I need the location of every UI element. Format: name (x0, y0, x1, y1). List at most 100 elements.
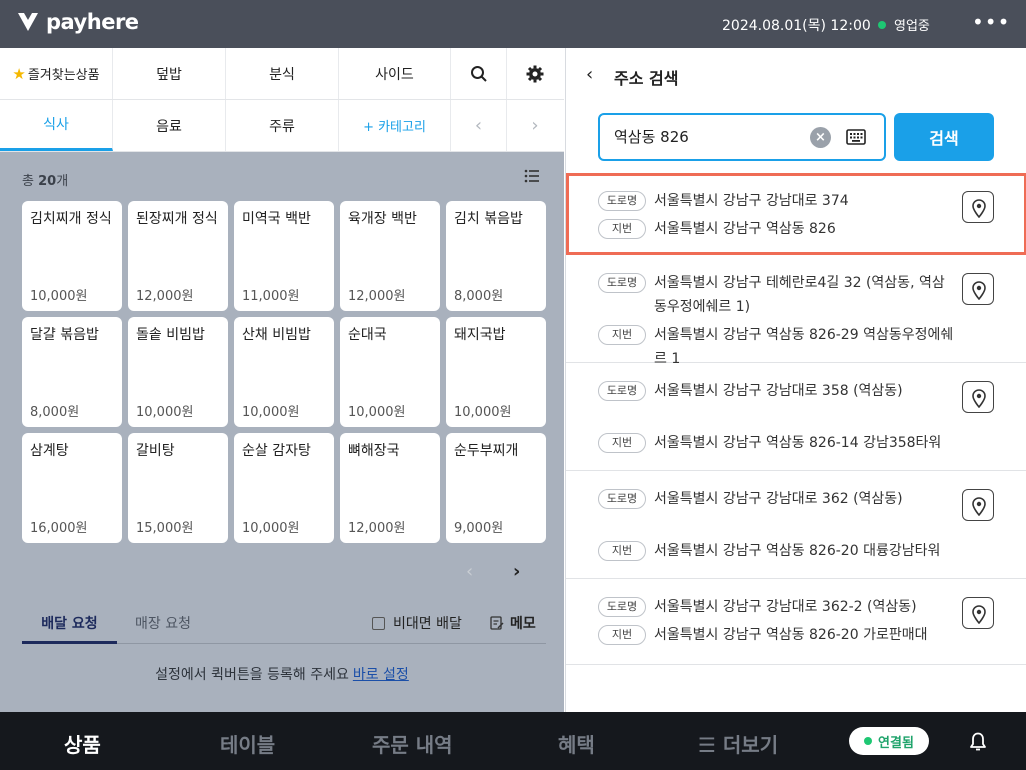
map-pin-button[interactable] (962, 597, 994, 629)
tab-store-request[interactable]: 매장 요청 (135, 613, 191, 633)
nav-order-history[interactable]: 주문 내역 (372, 729, 453, 758)
map-pin-button[interactable] (962, 489, 994, 521)
product-price: 10,000원 (242, 405, 300, 420)
product-price: 12,000원 (348, 289, 406, 304)
back-arrow-icon[interactable]: ‹ (586, 64, 593, 85)
search-button[interactable]: 검색 (894, 113, 994, 161)
more-options-icon[interactable]: ••• (972, 12, 1010, 32)
page-next-icon[interactable]: › (513, 561, 520, 582)
page-prev-icon[interactable]: ‹ (466, 561, 473, 582)
keyboard-icon[interactable] (846, 128, 866, 146)
memo-label: 메모 (510, 616, 536, 632)
category-row-1: ★ 즐겨찾는상품 덮밥 분식 사이드 (0, 48, 564, 100)
product-card[interactable]: 돌솥 비빔밥 10,000원 (128, 317, 228, 427)
map-pin-button[interactable] (962, 381, 994, 413)
bell-icon[interactable] (966, 729, 990, 753)
address-result[interactable]: 도로명 서울특별시 강남구 강남대로 362 (역삼동) 지번 서울특별시 강남구 역… (566, 471, 1026, 579)
product-card[interactable]: 김치찌개 정식 10,000원 (22, 201, 122, 311)
map-pin-button[interactable] (962, 273, 994, 305)
product-card[interactable]: 김치 볶음밥 8,000원 (446, 201, 546, 311)
product-name: 산채 비빔밥 (242, 327, 311, 343)
tab-rice-bowl[interactable]: 덮밥 (113, 48, 226, 99)
list-view-icon[interactable] (524, 168, 540, 184)
product-price: 10,000원 (242, 521, 300, 536)
road-address: 서울특별시 강남구 강남대로 374 (654, 193, 849, 209)
product-card[interactable]: 산채 비빔밥 10,000원 (234, 317, 334, 427)
nav-benefits[interactable]: 혜택 (558, 729, 595, 758)
tab-favorites[interactable]: ★ 즐겨찾는상품 (0, 48, 113, 99)
tab-meal[interactable]: 식사 (0, 100, 113, 151)
product-name: 된장찌개 정식 (136, 211, 218, 227)
count-value: 20 (38, 174, 57, 189)
category-next-icon[interactable]: › (507, 100, 563, 151)
lot-address-row: 지번 서울특별시 강남구 역삼동 826-20 가로판매대 (598, 623, 954, 647)
lot-badge: 지번 (598, 325, 646, 345)
tab-beverage[interactable]: 음료 (113, 100, 226, 151)
address-result[interactable]: 도로명 서울특별시 강남구 강남대로 374 지번 서울특별시 강남구 역삼동 826 (566, 173, 1026, 255)
search-icon[interactable] (451, 48, 507, 99)
product-price: 15,000원 (136, 521, 194, 536)
product-card[interactable]: 순대국 10,000원 (340, 317, 440, 427)
nav-tables[interactable]: 테이블 (220, 729, 275, 758)
product-name: 달걀 볶음밥 (30, 327, 99, 343)
tab-liquor[interactable]: 주류 (226, 100, 339, 151)
order-request-tabs: 배달 요청 매장 요청 비대면 배달 메모 (22, 610, 546, 644)
add-category-button[interactable]: + 카테고리 (339, 100, 451, 151)
product-card[interactable]: 갈비탕 15,000원 (128, 433, 228, 543)
lot-address-row: 지번 서울특별시 강남구 역삼동 826-14 강남358타워 (598, 431, 954, 455)
address-search-input[interactable] (614, 127, 804, 145)
tab-snack[interactable]: 분식 (226, 48, 339, 99)
lot-badge: 지번 (598, 219, 646, 239)
road-address-row: 도로명 서울특별시 강남구 강남대로 358 (역삼동) (598, 379, 954, 403)
road-address: 서울특별시 강남구 강남대로 362 (역삼동) (654, 491, 903, 507)
address-result[interactable]: 도로명 서울특별시 강남구 강남대로 362-2 (역삼동) 지번 서울특별시 강남구… (566, 579, 1026, 665)
product-card[interactable]: 삼계탕 16,000원 (22, 433, 122, 543)
product-card[interactable]: 순살 감자탕 10,000원 (234, 433, 334, 543)
product-card[interactable]: 뼈해장국 12,000원 (340, 433, 440, 543)
lot-address: 서울특별시 강남구 역삼동 826-20 가로판매대 (654, 627, 928, 643)
tab-delivery-request[interactable]: 배달 요청 (22, 613, 117, 644)
address-result[interactable]: 도로명 서울특별시 강남구 강남대로 358 (역삼동) 지번 서울특별시 강남구 역… (566, 363, 1026, 471)
product-card[interactable]: 순두부찌개 9,000원 (446, 433, 546, 543)
product-card[interactable]: 달걀 볶음밥 8,000원 (22, 317, 122, 427)
count-prefix: 총 (22, 174, 34, 189)
bottom-nav: 상품 테이블 주문 내역 혜택 ☰ 더보기 연결됨 (0, 712, 1026, 770)
clear-input-icon[interactable]: × (810, 127, 831, 148)
lot-badge: 지번 (598, 625, 646, 645)
category-prev-icon[interactable]: ‹ (451, 100, 507, 151)
product-name: 김치찌개 정식 (30, 211, 112, 227)
nav-products[interactable]: 상품 (64, 729, 101, 758)
nav-more[interactable]: ☰ 더보기 (698, 729, 778, 758)
category-row-2: 식사 음료 주류 + 카테고리 ‹ › (0, 100, 564, 152)
product-card[interactable]: 육개장 백반 12,000원 (340, 201, 440, 311)
road-badge: 도로명 (598, 191, 646, 211)
address-result[interactable]: 도로명 서울특별시 강남구 테헤란로4길 32 (역삼동, 역삼동우정에쉐르 1)… (566, 255, 1026, 367)
quick-settings-link[interactable]: 바로 설정 (353, 667, 409, 683)
road-address: 서울특별시 강남구 테헤란로4길 32 (역삼동, 역삼동우정에쉐르 1) (654, 275, 945, 315)
product-card[interactable]: 돼지국밥 10,000원 (446, 317, 546, 427)
gear-icon[interactable] (507, 48, 563, 99)
checkbox-icon[interactable] (372, 616, 385, 630)
lot-address-row: 지번 서울특별시 강남구 역삼동 826-20 대륭강남타워 (598, 539, 954, 563)
address-search-panel: ‹ 주소 검색 × 검색 도로명서울특별시 강남구 강남대로 374지번서울특별… (565, 48, 1026, 712)
product-card[interactable]: 미역국 백반 11,000원 (234, 201, 334, 311)
product-price: 9,000원 (454, 521, 504, 536)
page-title: 주소 검색 (614, 69, 679, 88)
lot-badge: 지번 (598, 433, 646, 453)
no-contact-checkbox[interactable]: 비대면 배달 (372, 613, 462, 633)
road-address: 서울특별시 강남구 강남대로 358 (역삼동) (654, 383, 903, 399)
tab-side[interactable]: 사이드 (339, 48, 451, 99)
no-contact-label: 비대면 배달 (393, 616, 462, 632)
road-badge: 도로명 (598, 273, 646, 293)
memo-button[interactable]: 메모 (490, 613, 536, 633)
product-card[interactable]: 된장찌개 정식 12,000원 (128, 201, 228, 311)
road-badge: 도로명 (598, 489, 646, 509)
memo-icon (490, 616, 504, 630)
road-badge: 도로명 (598, 381, 646, 401)
product-price: 11,000원 (242, 289, 300, 304)
brand-name: payhere (46, 10, 139, 34)
product-name: 갈비탕 (136, 443, 175, 459)
map-pin-icon (972, 199, 986, 218)
map-pin-button[interactable] (962, 191, 994, 223)
product-name: 김치 볶음밥 (454, 211, 523, 227)
